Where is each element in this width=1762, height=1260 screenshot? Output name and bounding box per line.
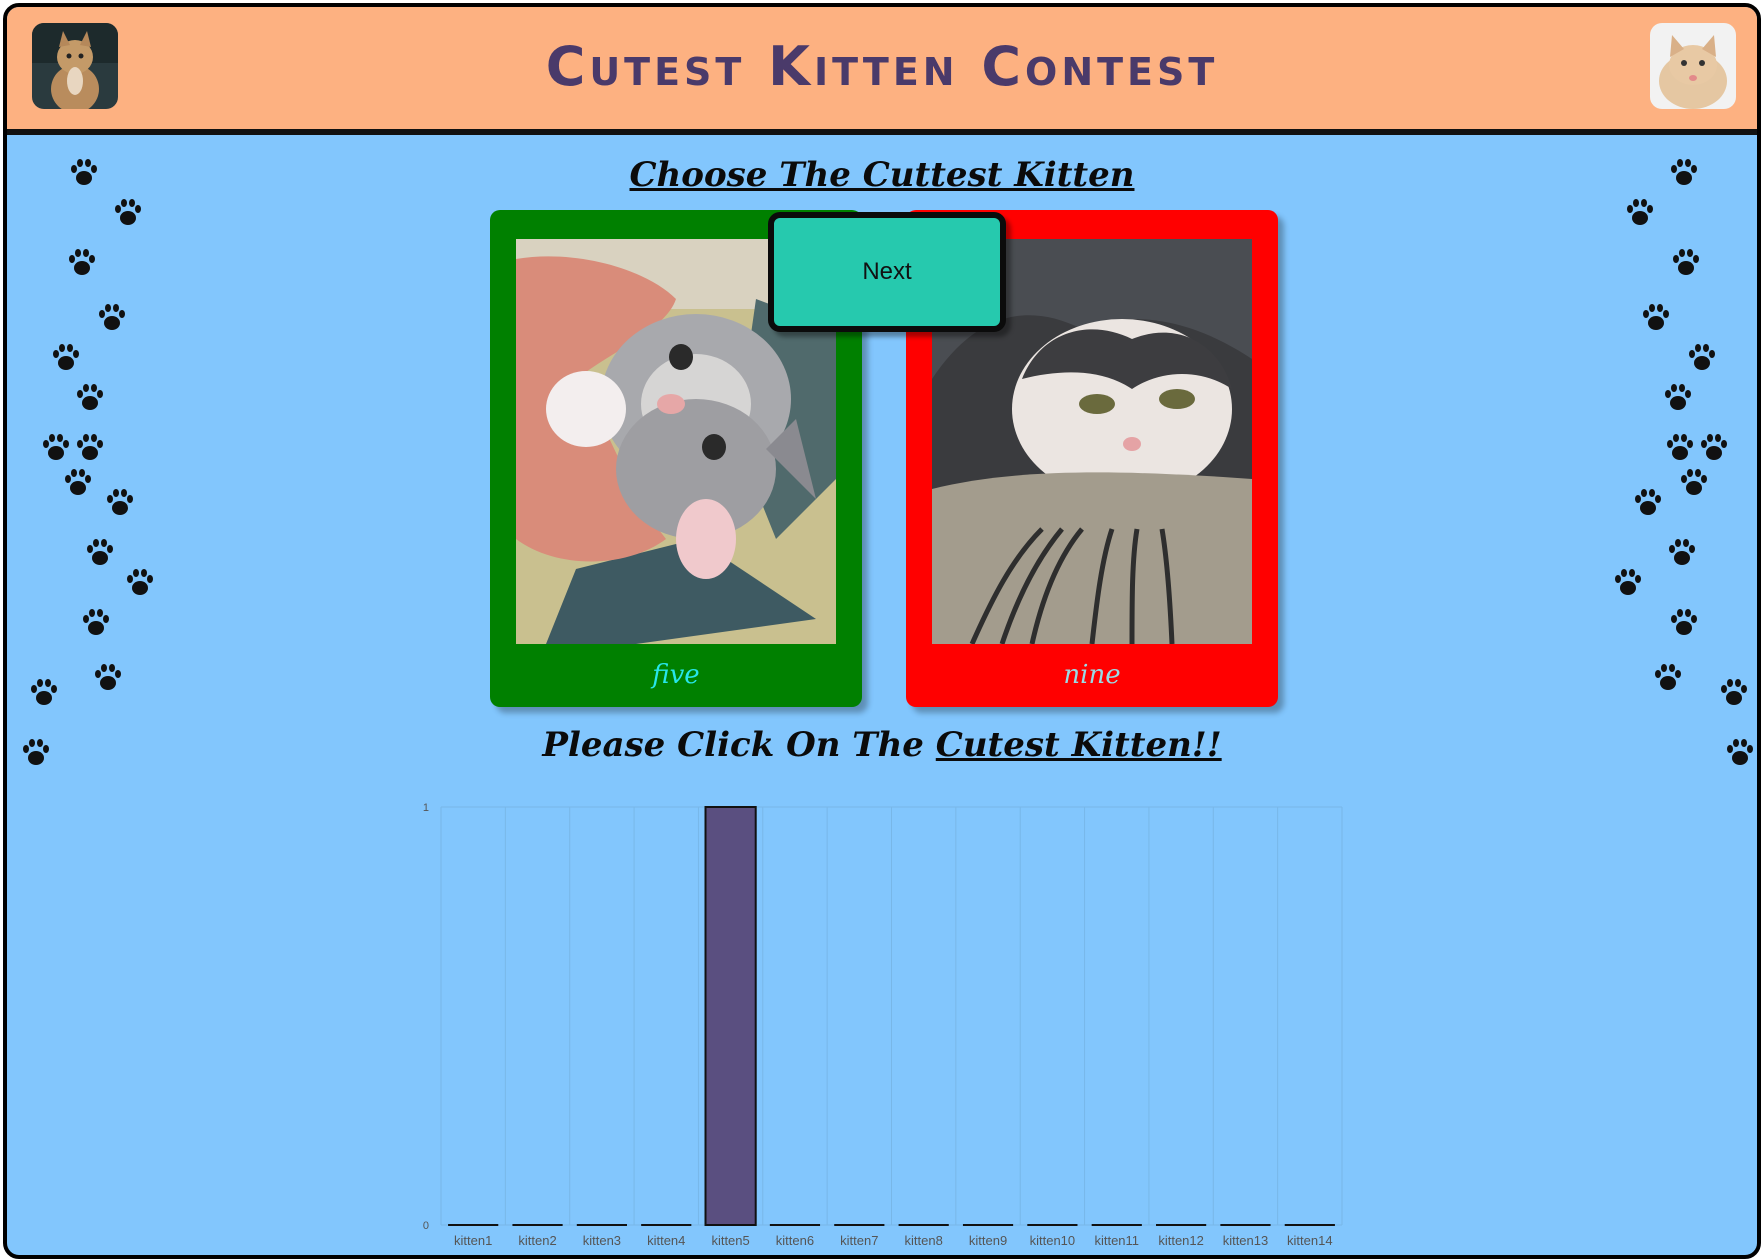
x-tick-label: kitten6 (776, 1233, 814, 1248)
paw-print-icon (69, 249, 95, 275)
paw-print-icon (107, 489, 133, 515)
paw-print-icon (31, 679, 57, 705)
x-tick-label: kitten13 (1223, 1233, 1269, 1248)
x-tick-label: kitten2 (518, 1233, 556, 1248)
paw-print-icon (77, 434, 103, 460)
x-tick-label: kitten9 (969, 1233, 1007, 1248)
paw-print-icon (1673, 249, 1699, 275)
paw-print-icon (1701, 434, 1727, 460)
paw-print-icon (1635, 489, 1661, 515)
paw-trail-left (7, 137, 167, 787)
paw-trail-right (1597, 137, 1757, 787)
votes-bar-chart-svg: 0 1 kitten1 kitten2 kitten3 kitten4 kitten5 kit… (423, 802, 1343, 1248)
paw-print-icon (1665, 384, 1691, 410)
paw-print-icon (53, 344, 79, 370)
bar (704, 806, 757, 1226)
x-tick-label: kitten5 (711, 1233, 749, 1248)
paw-print-icon (95, 664, 121, 690)
choose-heading-text: Choose The Cuttest Kitten (629, 155, 1135, 195)
app-frame: Cutest Kitten Contest Choose The Cuttest… (3, 3, 1761, 1259)
paw-print-icon (1643, 304, 1669, 330)
kitten-name-right: nine (1063, 660, 1121, 690)
next-button[interactable]: Next (768, 212, 1006, 332)
paw-print-icon (1681, 469, 1707, 495)
paw-print-icon (1655, 664, 1681, 690)
header: Cutest Kitten Contest (7, 7, 1757, 135)
y-tick-label: 0 (423, 1220, 429, 1232)
paw-print-icon (1721, 679, 1747, 705)
paw-print-icon (1669, 539, 1695, 565)
paw-print-icon (1627, 199, 1653, 225)
paw-print-icon (1615, 569, 1641, 595)
paw-print-icon (87, 539, 113, 565)
x-tick-label: kitten12 (1158, 1233, 1204, 1248)
instruction-emphasis: Cutest Kitten!! (935, 725, 1222, 765)
x-tick-label: kitten3 (583, 1233, 621, 1248)
paw-print-icon (83, 609, 109, 635)
y-tick-label: 1 (423, 802, 429, 814)
instruction-prefix: Please Click On The (542, 725, 924, 765)
x-tick-label: kitten7 (840, 1233, 878, 1248)
paw-print-icon (1667, 434, 1693, 460)
paw-print-icon (77, 384, 103, 410)
paw-print-icon (99, 304, 125, 330)
page-title: Cutest Kitten Contest (545, 35, 1219, 98)
paw-print-icon (115, 199, 141, 225)
x-tick-label: kitten8 (905, 1233, 943, 1248)
paw-print-icon (43, 434, 69, 460)
x-tick-label: kitten1 (454, 1233, 492, 1248)
instruction-heading: Please Click On The Cutest Kitten!! (7, 725, 1757, 765)
x-tick-label: kitten14 (1287, 1233, 1333, 1248)
x-tick-label: kitten10 (1030, 1233, 1076, 1248)
paw-print-icon (65, 469, 91, 495)
x-tick-label: kitten4 (647, 1233, 685, 1248)
choose-heading: Choose The Cuttest Kitten (7, 155, 1757, 195)
paw-print-icon (1671, 609, 1697, 635)
x-tick-label: kitten11 (1094, 1233, 1139, 1248)
votes-bar-chart: 0 1 kitten1 kitten2 kitten3 kitten4 kitten5 kit… (407, 787, 1367, 1255)
paw-print-icon (1689, 344, 1715, 370)
paw-print-icon (127, 569, 153, 595)
kitten-name-left: five (652, 660, 700, 690)
kitten-thumbnail-right (1650, 23, 1736, 109)
